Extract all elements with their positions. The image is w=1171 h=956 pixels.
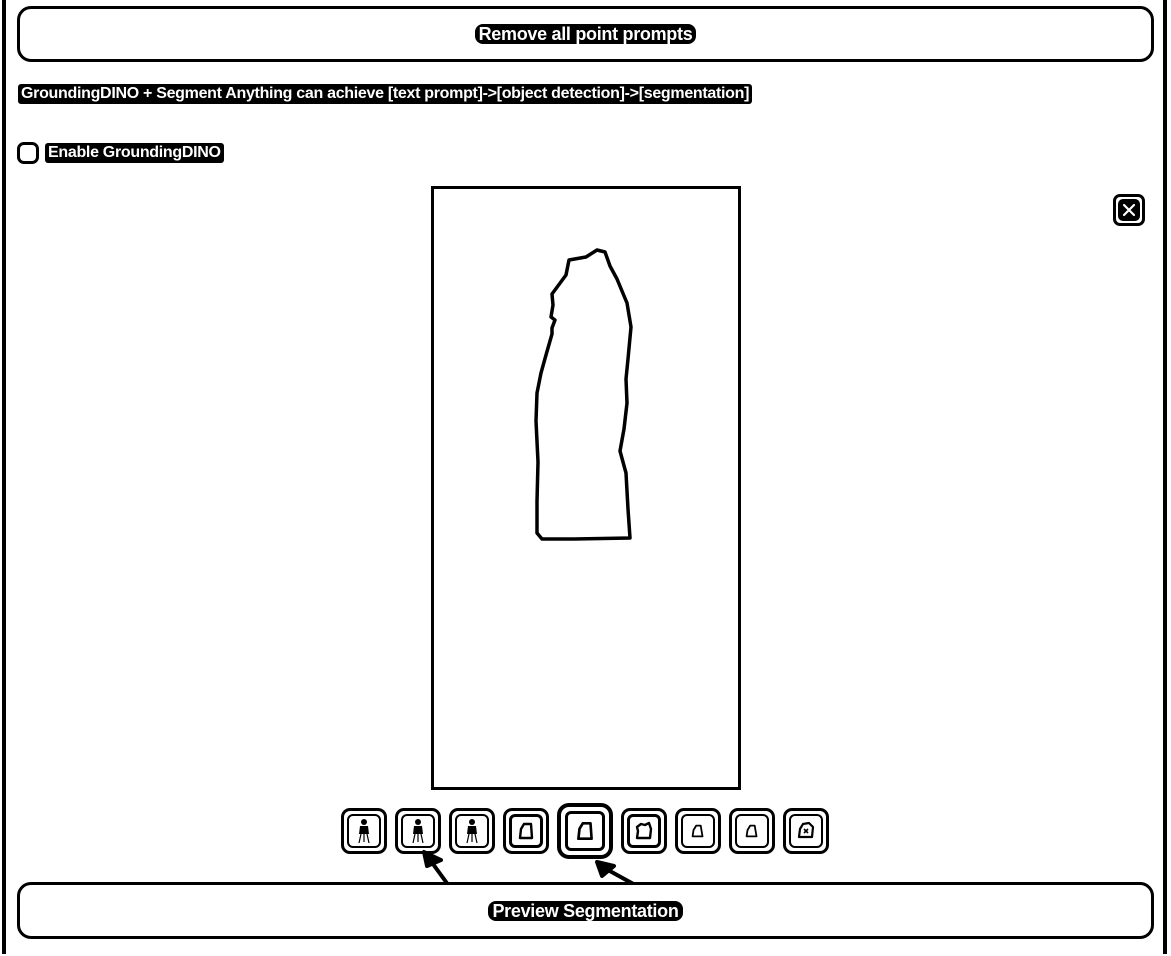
remove-point-prompts-button[interactable]: Remove all point prompts (17, 6, 1154, 62)
mask-image-icon (691, 824, 704, 838)
close-icon (1118, 199, 1140, 221)
mask-image-icon (745, 824, 758, 838)
remove-point-prompts-label: Remove all point prompts (474, 24, 697, 44)
figure-image-icon (358, 819, 370, 844)
description-label: GroundingDINO + Segment Anything can ach… (18, 84, 753, 104)
gallery-thumbnail[interactable] (621, 808, 667, 854)
gallery-thumbnail[interactable] (341, 808, 387, 854)
gallery-thumbnail[interactable] (395, 808, 441, 854)
enable-grounding-dino-label: Enable GroundingDINO (45, 143, 224, 163)
mask-image-icon (797, 821, 815, 839)
grounding-dino-toggle[interactable]: Enable GroundingDINO (17, 142, 224, 164)
segmentation-image-canvas[interactable] (431, 186, 741, 790)
gallery-thumbnail-selected[interactable] (557, 803, 613, 859)
gallery-thumbnail[interactable] (783, 808, 829, 854)
mask-image-icon (518, 822, 534, 840)
mask-gallery (341, 803, 837, 859)
description-text: GroundingDINO + Segment Anything can ach… (18, 84, 753, 104)
gallery-thumbnail[interactable] (675, 808, 721, 854)
figure-image-icon (466, 819, 478, 844)
figure-image-icon (412, 819, 424, 844)
gallery-thumbnail[interactable] (729, 808, 775, 854)
gallery-thumbnail[interactable] (449, 808, 495, 854)
segmentation-mask-outline (534, 248, 633, 541)
close-button[interactable] (1113, 194, 1145, 226)
preview-segmentation-button[interactable]: Preview Segmentation (17, 882, 1154, 939)
preview-segmentation-label: Preview Segmentation (488, 900, 683, 921)
enable-grounding-dino-checkbox[interactable] (17, 142, 39, 164)
mask-image-icon (577, 821, 593, 841)
gallery-thumbnail[interactable] (503, 808, 549, 854)
mask-image-icon (635, 821, 653, 840)
